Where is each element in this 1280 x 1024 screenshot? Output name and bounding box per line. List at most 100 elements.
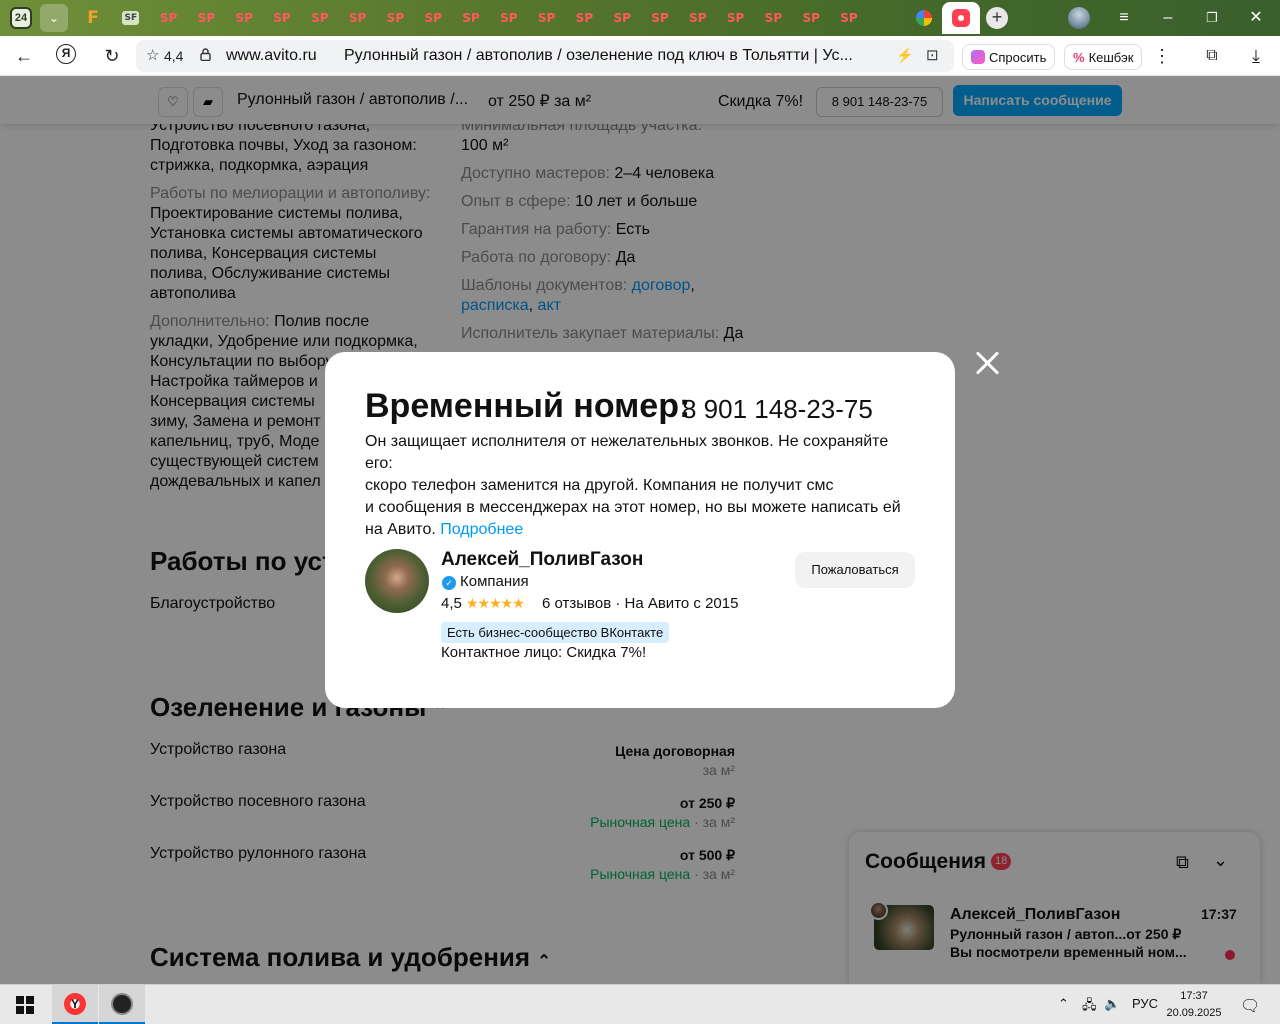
menu-icon[interactable]: ≡ [1112, 6, 1136, 30]
tab-favicon-icon: SP [348, 11, 367, 25]
start-button[interactable] [2, 985, 48, 1024]
url-field[interactable]: ☆ 4,4 www.avito.ru Рулонный газон / авто… [136, 40, 954, 72]
address-bar: ← Я ↻ ☆ 4,4 www.avito.ru Рулонный газон … [0, 36, 1280, 76]
close-modal-icon[interactable] [972, 348, 1002, 378]
seller-rating: 4,5 [441, 595, 462, 612]
tab-4[interactable]: SP [189, 4, 223, 32]
yandex-icon: Я [56, 44, 76, 64]
tab-favicon-icon: SP [386, 11, 405, 25]
vk-community-badge[interactable]: Есть бизнес-сообщество ВКонтакте [441, 622, 670, 643]
notifications-icon[interactable]: 🗨 [1240, 996, 1260, 1016]
percent-icon: % [1073, 49, 1085, 65]
taskbar-yandex-browser[interactable]: Y [52, 985, 98, 1024]
seller-name[interactable]: Алексей_ПоливГазон [441, 549, 643, 571]
browser-tab-strip: 24 ⌄ F SF SP SP SP SP SP SP SP SP SP SP SP SP SP SP SP SP… [0, 0, 1280, 36]
lock-icon [200, 48, 211, 61]
desc-line: на Авито. [365, 521, 436, 538]
tab-favicon-icon: SP [537, 11, 556, 25]
tab-favicon-icon: SP [311, 11, 329, 25]
tab-6[interactable]: SP [265, 4, 299, 32]
desc-line: скоро телефон заменится на другой. Компа… [365, 477, 834, 494]
active-tab[interactable] [942, 2, 980, 34]
tray-expand-icon[interactable]: ⌃ [1058, 996, 1069, 1012]
desc-last-line: на Авито. Подробнее [365, 519, 915, 541]
tab-favicon-icon: F [87, 8, 99, 28]
tab-7[interactable]: SP [303, 4, 337, 32]
bookmark-icon[interactable]: ⊡ [926, 46, 939, 64]
back-button[interactable]: ← [12, 44, 36, 68]
contact-person: Контактное лицо: Скидка 7%! [441, 644, 647, 661]
restore-button[interactable]: ❐ [1200, 6, 1224, 30]
taskbar-app[interactable] [99, 985, 145, 1024]
tab-favicon-icon: SP [840, 11, 858, 25]
network-icon[interactable]: 🖧 [1082, 996, 1097, 1018]
record-icon [952, 9, 970, 27]
cashback-button[interactable]: % Кешбэк [1064, 44, 1143, 70]
tab-favicon-icon: SP [424, 11, 442, 25]
windows-taskbar: Y ⌃ 🖧 🔈 РУС 17:37 20.09.2025 🗨 [0, 984, 1280, 1024]
tab-3[interactable]: SP [152, 4, 186, 32]
tab-favicon-icon: SP [575, 11, 594, 25]
tab-8[interactable]: SP [341, 4, 375, 32]
tab-1[interactable]: F [76, 4, 110, 32]
verified-check-icon: ✓ [442, 576, 456, 590]
tab-19[interactable]: SP [756, 4, 790, 32]
downloads-icon[interactable]: ⤓ [1244, 44, 1268, 68]
seller-reviews[interactable]: 6 отзывов · На Авито с 2015 [542, 595, 738, 612]
language-indicator[interactable]: РУС [1132, 996, 1158, 1011]
temp-number-modal: Временный номер: 8 901 148-23-75 Он защи… [325, 352, 955, 708]
url-domain: www.avito.ru [226, 47, 317, 64]
seller-avatar[interactable] [365, 549, 429, 613]
seller-type: Компания [460, 573, 529, 590]
reload-button[interactable]: ↻ [100, 44, 124, 68]
modal-phone: 8 901 148-23-75 [682, 394, 873, 424]
close-window-button[interactable]: ✕ [1244, 6, 1268, 30]
tab-11[interactable]: SP [454, 4, 488, 32]
tab-14[interactable]: SP [567, 4, 601, 32]
tab-favicon-icon: SP [235, 11, 253, 25]
modal-description: Он защищает исполнителя от нежелательных… [365, 431, 915, 541]
tab-16[interactable]: SP [643, 4, 677, 32]
tab-9[interactable]: SP [378, 4, 412, 32]
desc-line: и сообщения в мессенджерах на этот номер… [365, 499, 901, 516]
tab-18[interactable]: SP [719, 4, 753, 32]
no-script-icon[interactable]: ⚡ [896, 47, 913, 64]
tab-5[interactable]: SP [227, 4, 261, 32]
tab-list-chevron-icon[interactable]: ⌄ [40, 4, 68, 32]
minimize-button[interactable]: – [1156, 6, 1180, 30]
tab-12[interactable]: SP [492, 4, 526, 32]
tab-17[interactable]: SP [681, 4, 715, 32]
modal-title: Временный номер: [365, 387, 691, 425]
tab-2[interactable]: SF [114, 4, 148, 32]
tab-favicon-icon: SP [651, 11, 669, 25]
rating-stars-icon: ★★★★★ [466, 595, 525, 611]
tab-favicon-icon: SP [500, 11, 518, 25]
alice-icon [971, 50, 985, 64]
clock-time: 17:37 [1180, 990, 1208, 1002]
more-link[interactable]: Подробнее [440, 521, 523, 538]
site-rating: 4,4 [164, 48, 184, 64]
tab-favicon-icon: SP [462, 11, 480, 25]
tab-13[interactable]: SP [530, 4, 564, 32]
collections-icon[interactable]: ⧉ [1200, 44, 1224, 68]
clock[interactable]: 17:37 20.09.2025 [1162, 988, 1226, 1022]
report-button[interactable]: Пожаловаться [795, 552, 915, 588]
tab-counter[interactable]: 24 [6, 4, 36, 32]
page-content: ♡ ▰ Рулонный газон / автополив /... от 2… [0, 76, 1280, 984]
yandex-button[interactable]: Я [56, 44, 80, 68]
tab-15[interactable]: SP [605, 4, 639, 32]
tab-21[interactable]: SP [832, 4, 866, 32]
more-menu-icon[interactable]: ⋮ [1150, 44, 1174, 68]
star-icon: ☆ [146, 47, 160, 64]
new-tab-button[interactable]: + [986, 7, 1008, 29]
tab-20[interactable]: SP [794, 4, 828, 32]
tab-google[interactable] [907, 4, 941, 32]
tab-favicon-icon: SP [159, 11, 178, 25]
profile-avatar[interactable] [1068, 7, 1090, 29]
clock-date: 20.09.2025 [1166, 1007, 1222, 1019]
tab-10[interactable]: SP [416, 4, 450, 32]
tab-favicon-icon: SP [613, 11, 631, 25]
volume-icon[interactable]: 🔈 [1104, 996, 1120, 1012]
ask-button[interactable]: Спросить [962, 44, 1056, 70]
yandex-browser-icon: Y [64, 992, 86, 1015]
